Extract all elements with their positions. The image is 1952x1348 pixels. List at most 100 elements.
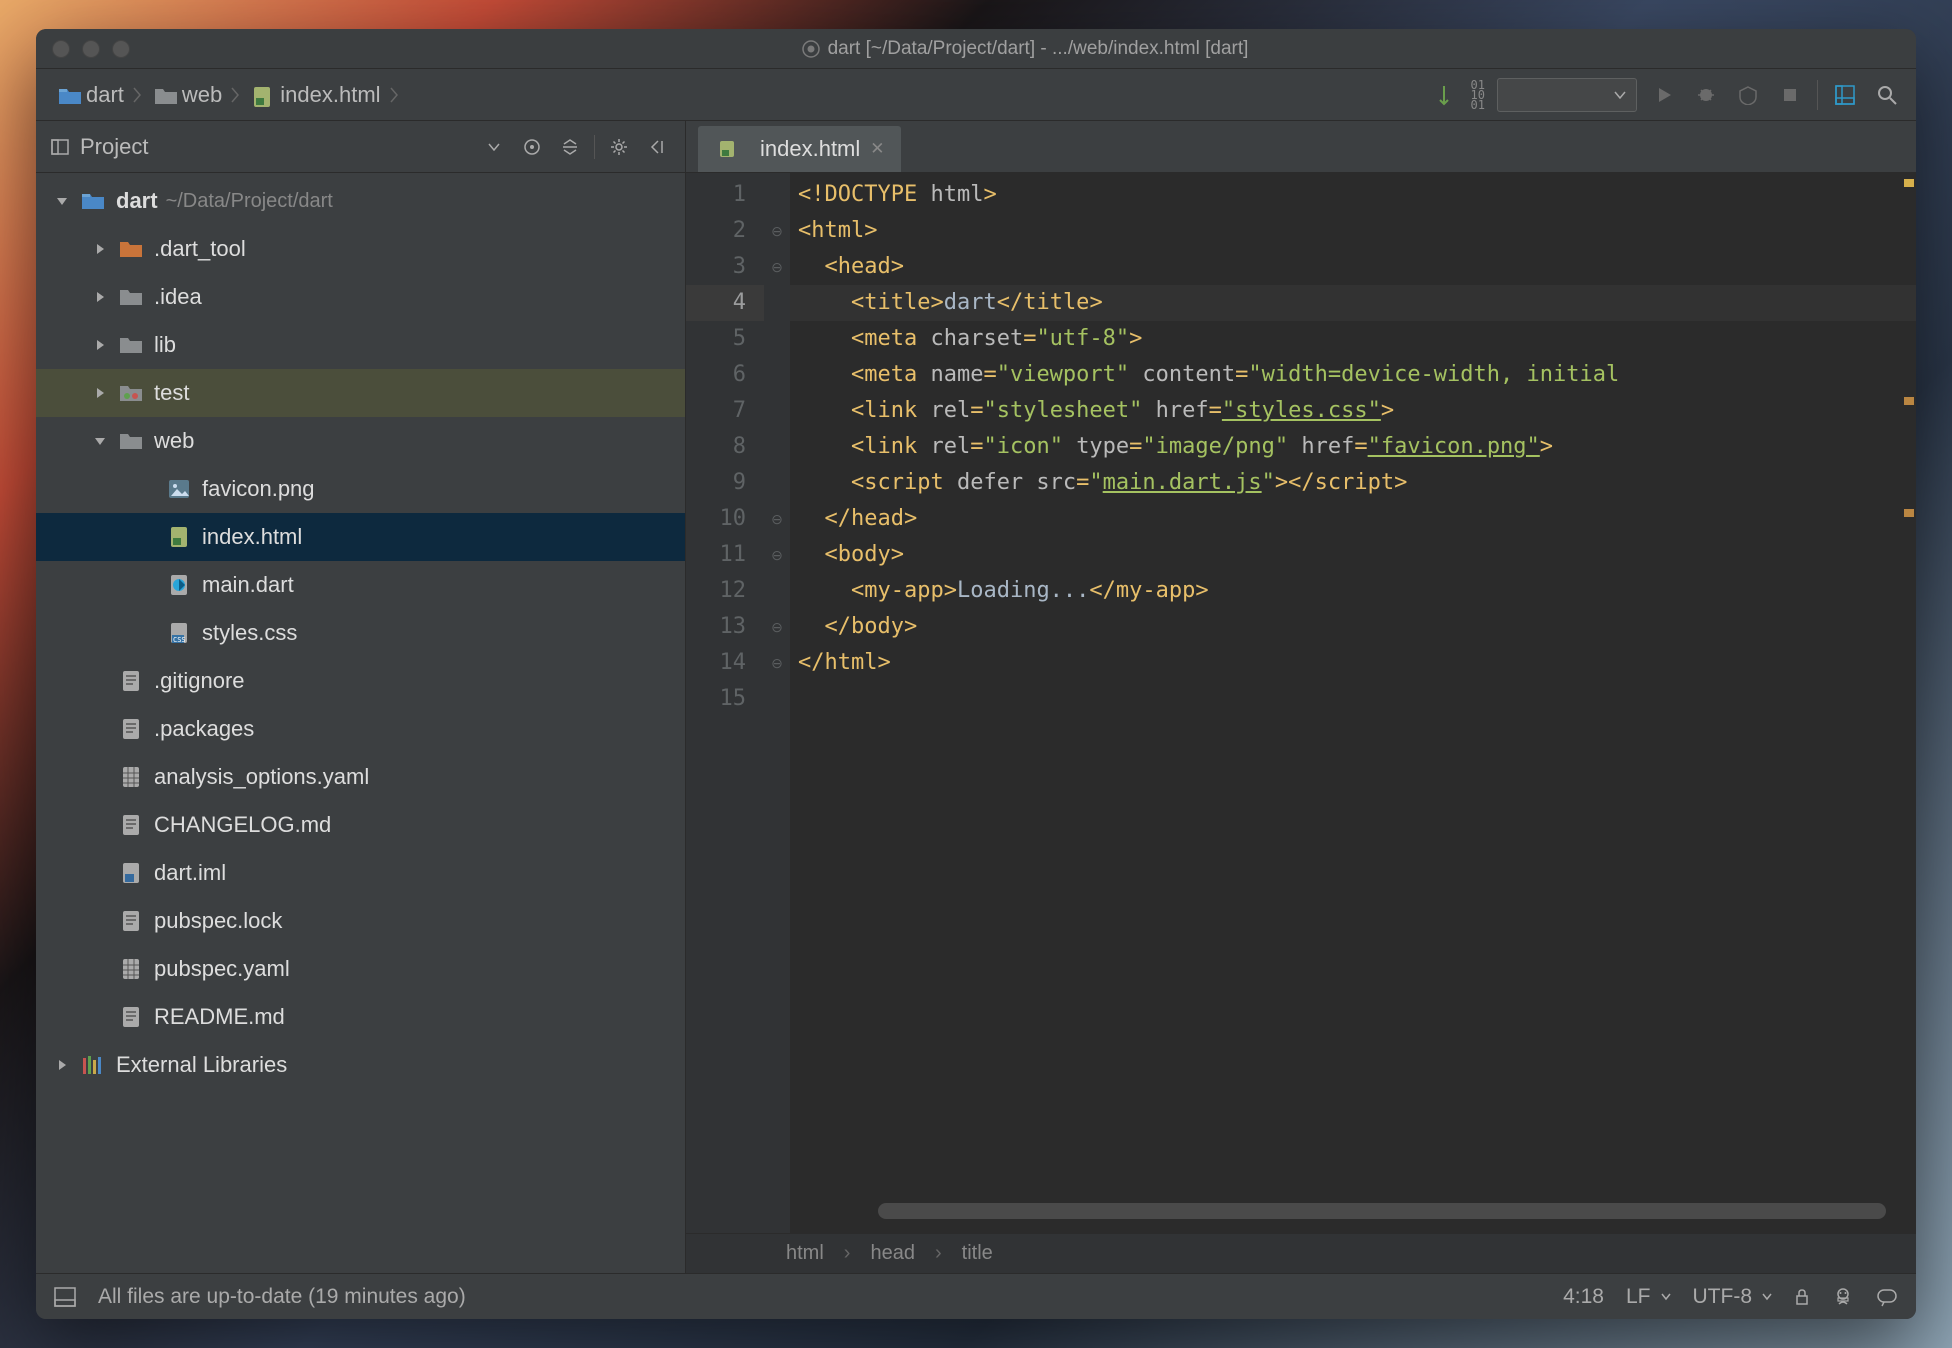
- breadcrumb-item[interactable]: index.html: [244, 78, 388, 112]
- fold-toggle[interactable]: ⊖: [764, 537, 790, 573]
- line-number[interactable]: 12: [686, 573, 764, 609]
- stop-button[interactable]: [1775, 80, 1805, 110]
- line-number[interactable]: 5: [686, 321, 764, 357]
- view-mode-dropdown[interactable]: [480, 133, 508, 161]
- code-line[interactable]: <my-app>Loading...</my-app>: [790, 573, 1916, 609]
- run-button[interactable]: [1649, 80, 1679, 110]
- warning-marker[interactable]: [1904, 179, 1914, 187]
- search-button[interactable]: [1872, 80, 1902, 110]
- code-line[interactable]: </html>: [790, 645, 1916, 681]
- tree-item[interactable]: .dart_tool: [36, 225, 685, 273]
- coverage-button[interactable]: [1733, 80, 1763, 110]
- editor-breadcrumb[interactable]: html›head›title: [686, 1233, 1916, 1273]
- line-number[interactable]: 9: [686, 465, 764, 501]
- layout-button[interactable]: [1830, 80, 1860, 110]
- marker-stripe[interactable]: [1902, 173, 1916, 1233]
- code-line[interactable]: <!DOCTYPE html>: [790, 177, 1916, 213]
- binary-data-icon[interactable]: [1429, 80, 1459, 110]
- editor-crumb[interactable]: head: [870, 1242, 915, 1265]
- line-number[interactable]: 6: [686, 357, 764, 393]
- close-window-button[interactable]: [52, 40, 70, 58]
- editor-crumb[interactable]: html: [786, 1242, 824, 1265]
- fold-toggle[interactable]: ⊖: [764, 249, 790, 285]
- line-number-gutter[interactable]: 123456789101112131415: [686, 173, 764, 1233]
- code-line[interactable]: <meta name="viewport" content="width=dev…: [790, 357, 1916, 393]
- breadcrumb-item[interactable]: dart: [50, 78, 132, 112]
- horizontal-scrollbar[interactable]: [878, 1203, 1886, 1219]
- fold-toggle[interactable]: ⊖: [764, 645, 790, 681]
- settings-gear-button[interactable]: [605, 133, 633, 161]
- inspector-icon[interactable]: [1832, 1286, 1854, 1308]
- expand-arrow-icon[interactable]: [88, 333, 112, 357]
- warning-marker[interactable]: [1904, 397, 1914, 405]
- tree-item[interactable]: web: [36, 417, 685, 465]
- tree-item[interactable]: main.dart: [36, 561, 685, 609]
- debug-button[interactable]: [1691, 80, 1721, 110]
- tree-item[interactable]: test: [36, 369, 685, 417]
- code-line[interactable]: <html>: [790, 213, 1916, 249]
- line-number[interactable]: 3: [686, 249, 764, 285]
- code-line[interactable]: <meta charset="utf-8">: [790, 321, 1916, 357]
- code-line[interactable]: <script defer src="main.dart.js"></scrip…: [790, 465, 1916, 501]
- expand-arrow-icon[interactable]: [88, 237, 112, 261]
- code-line[interactable]: <link rel="icon" type="image/png" href="…: [790, 429, 1916, 465]
- code-line[interactable]: <body>: [790, 537, 1916, 573]
- line-number[interactable]: 4: [686, 285, 764, 321]
- tree-item[interactable]: CSSstyles.css: [36, 609, 685, 657]
- editor-tab[interactable]: index.html ✕: [698, 126, 901, 172]
- fold-toggle[interactable]: ⊖: [764, 213, 790, 249]
- line-number[interactable]: 11: [686, 537, 764, 573]
- run-config-combo[interactable]: [1497, 78, 1637, 112]
- lock-icon[interactable]: [1794, 1288, 1810, 1306]
- project-tree[interactable]: dart~/Data/Project/dart.dart_tool.ideali…: [36, 173, 685, 1273]
- code-line[interactable]: </head>: [790, 501, 1916, 537]
- expand-arrow-icon[interactable]: [50, 1053, 74, 1077]
- fold-toggle[interactable]: ⊖: [764, 501, 790, 537]
- tab-close-button[interactable]: ✕: [870, 139, 884, 159]
- code-line[interactable]: [790, 681, 1916, 717]
- line-number[interactable]: 7: [686, 393, 764, 429]
- line-number[interactable]: 2: [686, 213, 764, 249]
- tree-item[interactable]: CHANGELOG.md: [36, 801, 685, 849]
- tree-item[interactable]: dart~/Data/Project/dart: [36, 177, 685, 225]
- minimize-window-button[interactable]: [82, 40, 100, 58]
- tree-item[interactable]: .packages: [36, 705, 685, 753]
- tree-item[interactable]: analysis_options.yaml: [36, 753, 685, 801]
- line-number[interactable]: 13: [686, 609, 764, 645]
- tree-item[interactable]: pubspec.lock: [36, 897, 685, 945]
- tree-item[interactable]: index.html: [36, 513, 685, 561]
- expand-arrow-icon[interactable]: [50, 189, 74, 213]
- titlebar[interactable]: dart [~/Data/Project/dart] - .../web/ind…: [36, 29, 1916, 69]
- line-separator[interactable]: LF: [1626, 1285, 1671, 1309]
- notifications-icon[interactable]: [1876, 1287, 1898, 1307]
- project-panel-title[interactable]: Project: [80, 134, 148, 160]
- tree-item[interactable]: External Libraries: [36, 1041, 685, 1089]
- code-line[interactable]: <title>dart</title>: [790, 285, 1916, 321]
- code-line[interactable]: <head>: [790, 249, 1916, 285]
- expand-arrow-icon[interactable]: [88, 381, 112, 405]
- code-line[interactable]: <link rel="stylesheet" href="styles.css"…: [790, 393, 1916, 429]
- collapse-all-button[interactable]: [556, 133, 584, 161]
- breadcrumb-item[interactable]: web: [146, 78, 230, 112]
- line-number[interactable]: 15: [686, 681, 764, 717]
- tree-item[interactable]: dart.iml: [36, 849, 685, 897]
- warning-marker[interactable]: [1904, 509, 1914, 517]
- hide-panel-button[interactable]: [643, 133, 671, 161]
- code-line[interactable]: </body>: [790, 609, 1916, 645]
- tree-item[interactable]: .idea: [36, 273, 685, 321]
- fold-gutter[interactable]: ⊖⊖⊖⊖⊖⊖: [764, 173, 790, 1233]
- line-number[interactable]: 1: [686, 177, 764, 213]
- code-editor[interactable]: <!DOCTYPE html><html> <head> <title>dart…: [790, 173, 1916, 1233]
- fold-toggle[interactable]: ⊖: [764, 609, 790, 645]
- cursor-position[interactable]: 4:18: [1563, 1285, 1604, 1309]
- editor-crumb[interactable]: title: [962, 1242, 993, 1265]
- tree-item[interactable]: README.md: [36, 993, 685, 1041]
- line-number[interactable]: 10: [686, 501, 764, 537]
- tool-window-toggle-icon[interactable]: [54, 1287, 76, 1307]
- expand-arrow-icon[interactable]: [88, 429, 112, 453]
- line-number[interactable]: 14: [686, 645, 764, 681]
- line-number[interactable]: 8: [686, 429, 764, 465]
- tree-item[interactable]: .gitignore: [36, 657, 685, 705]
- zoom-window-button[interactable]: [112, 40, 130, 58]
- tree-item[interactable]: pubspec.yaml: [36, 945, 685, 993]
